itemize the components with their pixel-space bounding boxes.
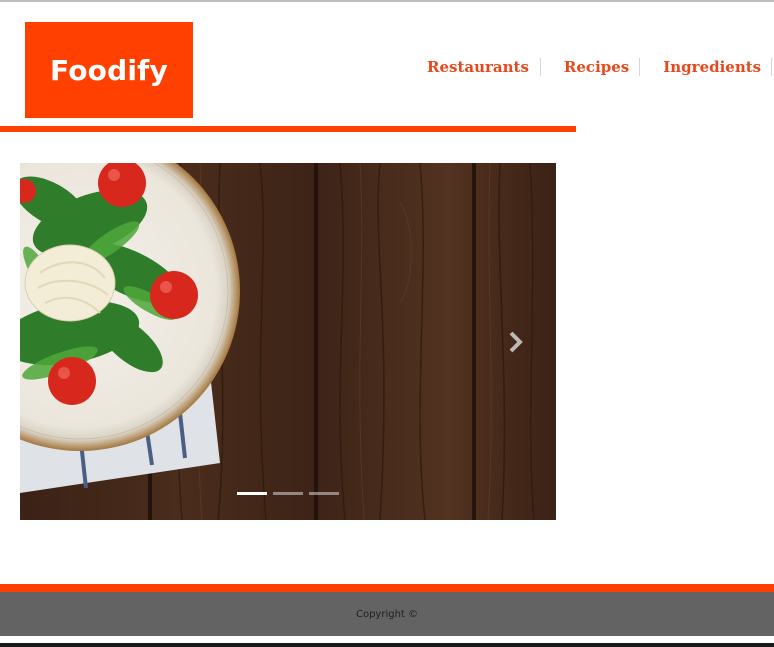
footer-accent-bar — [0, 584, 774, 592]
brand-name: Foodify — [50, 53, 168, 87]
carousel-indicators — [237, 492, 339, 495]
carousel-slide-image — [20, 163, 556, 520]
nav-item-restaurants[interactable]: Restaurants — [416, 58, 541, 76]
carousel-next-button[interactable] — [507, 331, 525, 353]
top-border — [0, 0, 774, 2]
main-nav: Restaurants Recipes Ingredients — [416, 56, 773, 78]
footer: Copyright © — [0, 592, 774, 636]
copyright-text: Copyright © — [355, 608, 419, 620]
carousel-indicator-1[interactable] — [237, 492, 267, 495]
bottom-edge — [0, 643, 774, 647]
image-carousel[interactable] — [20, 163, 556, 520]
chevron-right-icon — [509, 331, 523, 353]
carousel-indicator-2[interactable] — [273, 492, 303, 495]
nav-item-ingredients[interactable]: Ingredients — [640, 58, 773, 76]
nav-item-recipes[interactable]: Recipes — [541, 58, 641, 76]
brand-logo[interactable]: Foodify — [25, 22, 193, 118]
carousel-indicator-3[interactable] — [309, 492, 339, 495]
header-accent-bar — [0, 126, 576, 132]
